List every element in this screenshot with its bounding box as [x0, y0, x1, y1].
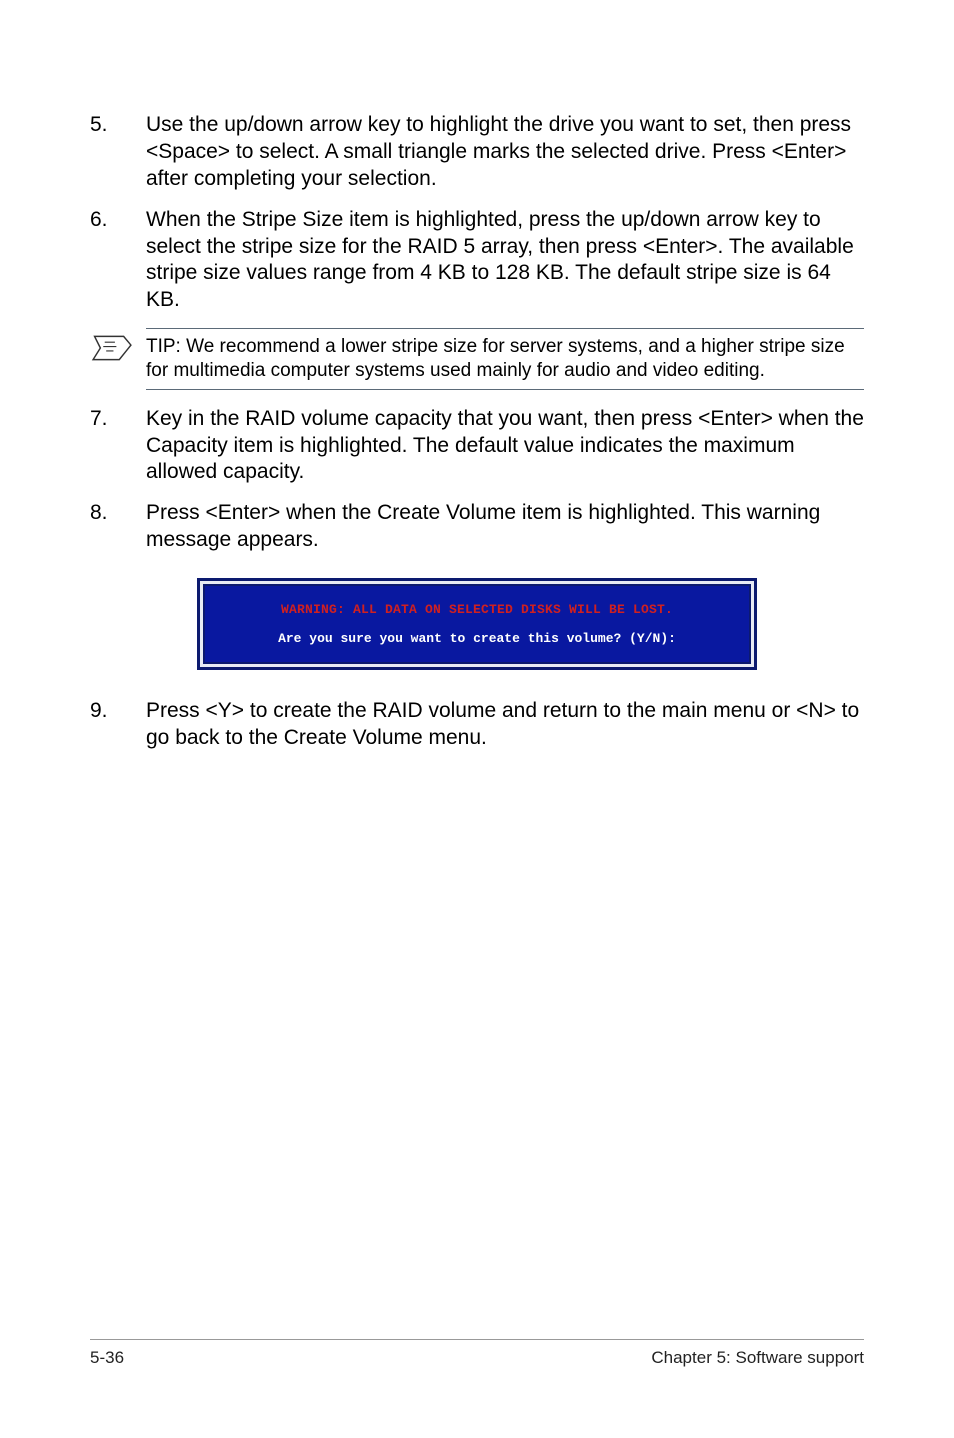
step-6: 6. When the Stripe Size item is highligh…	[90, 207, 864, 315]
step-number: 6.	[90, 207, 146, 315]
step-number: 7.	[90, 406, 146, 487]
step-8: 8. Press <Enter> when the Create Volume …	[90, 500, 864, 554]
terminal-outer-border: WARNING: ALL DATA ON SELECTED DISKS WILL…	[197, 578, 757, 670]
step-text: Key in the RAID volume capacity that you…	[146, 406, 864, 487]
step-text: Press <Enter> when the Create Volume ite…	[146, 500, 864, 554]
tip-text: TIP: We recommend a lower stripe size fo…	[146, 328, 864, 390]
step-number: 8.	[90, 500, 146, 554]
page: 5. Use the up/down arrow key to highligh…	[0, 0, 954, 1438]
page-footer: 5-36 Chapter 5: Software support	[90, 1339, 864, 1368]
chapter-label: Chapter 5: Software support	[651, 1348, 864, 1368]
terminal-prompt: Are you sure you want to create this vol…	[215, 631, 739, 646]
step-text: Press <Y> to create the RAID volume and …	[146, 698, 864, 752]
step-7: 7. Key in the RAID volume capacity that …	[90, 406, 864, 487]
terminal-warning: WARNING: ALL DATA ON SELECTED DISKS WILL…	[215, 602, 739, 617]
step-text: When the Stripe Size item is highlighted…	[146, 207, 864, 315]
terminal-inner: WARNING: ALL DATA ON SELECTED DISKS WILL…	[203, 584, 751, 664]
note-icon	[90, 328, 146, 369]
terminal-screenshot: WARNING: ALL DATA ON SELECTED DISKS WILL…	[90, 578, 864, 670]
step-5: 5. Use the up/down arrow key to highligh…	[90, 112, 864, 193]
step-text: Use the up/down arrow key to highlight t…	[146, 112, 864, 193]
step-number: 5.	[90, 112, 146, 193]
step-number: 9.	[90, 698, 146, 752]
page-number: 5-36	[90, 1348, 124, 1368]
content: 5. Use the up/down arrow key to highligh…	[90, 112, 864, 752]
step-9: 9. Press <Y> to create the RAID volume a…	[90, 698, 864, 752]
tip-callout: TIP: We recommend a lower stripe size fo…	[90, 328, 864, 390]
